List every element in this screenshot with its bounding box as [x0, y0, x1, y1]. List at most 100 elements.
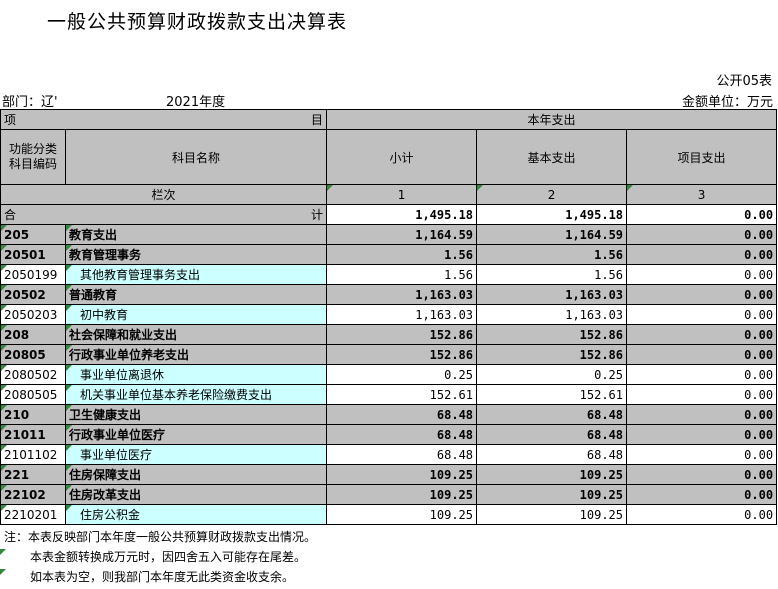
- row-basic[interactable]: 109.25: [476, 484, 628, 505]
- row-code[interactable]: 205: [0, 224, 66, 245]
- header-code[interactable]: 功能分类 科目编码: [0, 129, 66, 185]
- row-subtotal[interactable]: 109.25: [326, 484, 478, 505]
- row-subtotal[interactable]: 68.48: [326, 404, 478, 425]
- row-name[interactable]: 机关事业单位基本养老保险缴费支出: [64, 384, 328, 405]
- row-name[interactable]: 住房公积金: [64, 504, 328, 525]
- table-row: 2080505 机关事业单位基本养老保险缴费支出 152.61 152.61 0.00: [0, 384, 778, 405]
- row-name[interactable]: 社会保障和就业支出: [64, 324, 328, 345]
- row-code[interactable]: 2050199: [0, 264, 66, 285]
- row-subtotal[interactable]: 68.48: [326, 424, 478, 445]
- row-project[interactable]: 0.00: [626, 504, 778, 525]
- row-code[interactable]: 2101102: [0, 444, 66, 465]
- row-project[interactable]: 0.00: [626, 464, 778, 485]
- row-name[interactable]: 初中教育: [64, 304, 328, 325]
- row-basic[interactable]: 68.48: [476, 424, 628, 445]
- row-basic[interactable]: 1.56: [476, 264, 628, 285]
- row-project[interactable]: 0.00: [626, 364, 778, 385]
- row-code[interactable]: 2210201: [0, 504, 66, 525]
- row-basic[interactable]: 0.25: [476, 364, 628, 385]
- row-subtotal[interactable]: 1,163.03: [326, 284, 478, 305]
- row-project[interactable]: 0.00: [626, 244, 778, 265]
- row-name[interactable]: 事业单位离退休: [64, 364, 328, 385]
- year-label: 2021年度: [166, 95, 226, 110]
- table-row: 2101102 事业单位医疗 68.48 68.48 0.00: [0, 444, 778, 465]
- row-basic[interactable]: 68.48: [476, 404, 628, 425]
- row-subtotal[interactable]: 152.86: [326, 324, 478, 345]
- row-name[interactable]: 教育支出: [64, 224, 328, 245]
- row-code[interactable]: 22102: [0, 484, 66, 505]
- table-row: 20502 普通教育 1,163.03 1,163.03 0.00: [0, 284, 778, 305]
- row-code[interactable]: 208: [0, 324, 66, 345]
- row-basic[interactable]: 152.86: [476, 324, 628, 345]
- row-subtotal[interactable]: 1.56: [326, 264, 478, 285]
- row-subtotal[interactable]: 152.86: [326, 344, 478, 365]
- row-code[interactable]: 20805: [0, 344, 66, 365]
- row-project[interactable]: 0.00: [626, 224, 778, 245]
- header-xiang: 项: [4, 113, 17, 127]
- row-code[interactable]: 2080502: [0, 364, 66, 385]
- row-subtotal[interactable]: 1,163.03: [326, 304, 478, 325]
- row-project[interactable]: 0.00: [626, 344, 778, 365]
- row-name[interactable]: 行政事业单位养老支出: [64, 344, 328, 365]
- row-subtotal[interactable]: 68.48: [326, 444, 478, 465]
- department-label: 部门：辽': [2, 95, 58, 110]
- row-basic[interactable]: 109.25: [476, 504, 628, 525]
- row-project[interactable]: 0.00: [626, 384, 778, 405]
- header-item-cell[interactable]: 项 目: [0, 109, 328, 130]
- row-subtotal[interactable]: 109.25: [326, 464, 478, 485]
- table-row: 221 住房保障支出 109.25 109.25 0.00: [0, 464, 778, 485]
- row-code[interactable]: 20502: [0, 284, 66, 305]
- row-basic[interactable]: 1.56: [476, 244, 628, 265]
- header-current-year[interactable]: 本年支出: [326, 109, 778, 130]
- row-project[interactable]: 0.00: [626, 444, 778, 465]
- header-name[interactable]: 科目名称: [64, 129, 328, 185]
- row-project[interactable]: 0.00: [626, 304, 778, 325]
- total-basic[interactable]: 1,495.18: [476, 204, 628, 225]
- row-name[interactable]: 行政事业单位医疗: [64, 424, 328, 445]
- row-project[interactable]: 0.00: [626, 424, 778, 445]
- row-name[interactable]: 住房保障支出: [64, 464, 328, 485]
- row-subtotal[interactable]: 1.56: [326, 244, 478, 265]
- total-he: 合: [4, 208, 17, 222]
- row-project[interactable]: 0.00: [626, 264, 778, 285]
- row-code[interactable]: 210: [0, 404, 66, 425]
- row-project[interactable]: 0.00: [626, 404, 778, 425]
- col-number-2[interactable]: 2: [476, 184, 628, 205]
- table-row: 208 社会保障和就业支出 152.86 152.86 0.00: [0, 324, 778, 345]
- row-project[interactable]: 0.00: [626, 484, 778, 505]
- col-number-3[interactable]: 3: [626, 184, 778, 205]
- total-project[interactable]: 0.00: [626, 204, 778, 225]
- row-subtotal[interactable]: 0.25: [326, 364, 478, 385]
- row-code[interactable]: 21011: [0, 424, 66, 445]
- row-subtotal[interactable]: 152.61: [326, 384, 478, 405]
- row-project[interactable]: 0.00: [626, 284, 778, 305]
- row-code[interactable]: 2080505: [0, 384, 66, 405]
- header-subtotal[interactable]: 小计: [326, 129, 478, 185]
- row-name[interactable]: 其他教育管理事务支出: [64, 264, 328, 285]
- header-lanci[interactable]: 栏次: [0, 184, 328, 205]
- header-project[interactable]: 项目支出: [626, 129, 778, 185]
- row-basic[interactable]: 68.48: [476, 444, 628, 465]
- row-basic[interactable]: 109.25: [476, 464, 628, 485]
- row-code[interactable]: 2050203: [0, 304, 66, 325]
- row-name[interactable]: 事业单位医疗: [64, 444, 328, 465]
- table-row: 2050203 初中教育 1,163.03 1,163.03 0.00: [0, 304, 778, 325]
- row-name[interactable]: 卫生健康支出: [64, 404, 328, 425]
- row-basic[interactable]: 1,164.59: [476, 224, 628, 245]
- row-basic[interactable]: 1,163.03: [476, 304, 628, 325]
- col-number-1[interactable]: 1: [326, 184, 478, 205]
- row-name[interactable]: 住房改革支出: [64, 484, 328, 505]
- row-code[interactable]: 20501: [0, 244, 66, 265]
- row-subtotal[interactable]: 109.25: [326, 504, 478, 525]
- total-label-cell[interactable]: 合 计: [0, 204, 328, 225]
- row-subtotal[interactable]: 1,164.59: [326, 224, 478, 245]
- row-basic[interactable]: 1,163.03: [476, 284, 628, 305]
- row-code[interactable]: 221: [0, 464, 66, 485]
- row-project[interactable]: 0.00: [626, 324, 778, 345]
- row-name[interactable]: 教育管理事务: [64, 244, 328, 265]
- row-basic[interactable]: 152.61: [476, 384, 628, 405]
- total-subtotal[interactable]: 1,495.18: [326, 204, 478, 225]
- header-basic[interactable]: 基本支出: [476, 129, 628, 185]
- row-name[interactable]: 普通教育: [64, 284, 328, 305]
- row-basic[interactable]: 152.86: [476, 344, 628, 365]
